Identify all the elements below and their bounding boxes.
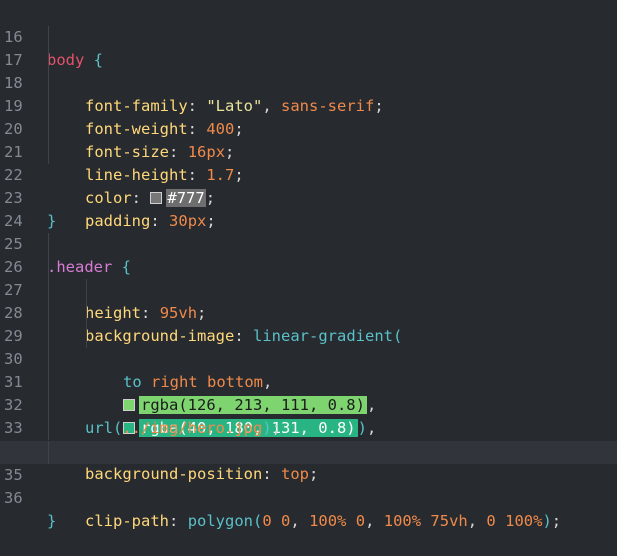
code-line-36[interactable]: 36 } bbox=[0, 464, 617, 530]
indent-guide bbox=[48, 256, 49, 279]
indent-guide bbox=[86, 279, 87, 302]
code-line-27[interactable]: 27 background-image: linear-gradient( bbox=[0, 256, 617, 345]
function-name: polygon bbox=[187, 512, 254, 530]
comma: , bbox=[467, 512, 487, 530]
number-value: 0 bbox=[281, 512, 291, 530]
number-value: 75vh bbox=[430, 512, 468, 530]
code-line-30[interactable]: 30 rgba(40, 180, 131, 0.8)), bbox=[0, 325, 617, 437]
close-paren: ) bbox=[542, 512, 552, 530]
indent-guide bbox=[48, 49, 49, 72]
indent-guide bbox=[48, 441, 49, 464]
code-line-23[interactable]: 23 } bbox=[0, 164, 617, 230]
code-line-20[interactable]: 20 line-height: 1.7; bbox=[0, 95, 617, 184]
code-line-22[interactable]: 22 padding: 30px; bbox=[0, 141, 617, 230]
close-brace: } bbox=[47, 512, 57, 530]
indent-guide bbox=[48, 95, 49, 118]
indent-guide bbox=[48, 302, 49, 325]
code-line-25[interactable]: 25 .header { bbox=[0, 210, 617, 276]
indent-guide bbox=[48, 118, 49, 141]
code-line-26[interactable]: 26 height: 95vh; bbox=[0, 233, 617, 322]
indent-guide bbox=[48, 279, 49, 302]
code-line-16[interactable]: 16 body { bbox=[0, 3, 617, 69]
code-line-17[interactable]: 17 font-family: "Lato", sans-serif; bbox=[0, 26, 617, 115]
indent-guide bbox=[48, 233, 49, 256]
line-number: 36 bbox=[4, 489, 23, 507]
comma: , bbox=[290, 512, 310, 530]
colon: : bbox=[169, 512, 179, 530]
indent-guide bbox=[48, 325, 49, 348]
number-value: 0 bbox=[355, 512, 366, 530]
code-line-33[interactable]: 33 background-position: top; bbox=[0, 394, 617, 483]
semicolon: ; bbox=[551, 512, 562, 530]
number-value: 0 bbox=[486, 512, 496, 530]
code-line-35-current[interactable]: 35 clip-path: polygon(0 0, 100% 0, 100% … bbox=[0, 441, 617, 530]
code-line-24[interactable]: 24 bbox=[0, 187, 617, 230]
indent-guide bbox=[48, 348, 49, 371]
indent-guide bbox=[48, 394, 49, 417]
code-line-19[interactable]: 19 font-size: 16px; bbox=[0, 72, 617, 161]
code-line-28[interactable]: 28 to right bottom, bbox=[0, 279, 617, 391]
indent-guide bbox=[48, 417, 49, 440]
indent-guide bbox=[86, 325, 87, 348]
indent-guide bbox=[48, 72, 49, 95]
comma: , bbox=[365, 512, 384, 530]
number-value: 100% bbox=[505, 512, 543, 530]
indent-guide bbox=[48, 141, 49, 164]
code-line-29[interactable]: 29 rgba(126, 213, 111, 0.8), bbox=[0, 302, 617, 414]
code-line-21[interactable]: 21 color: #777; bbox=[0, 118, 617, 207]
number-value: 0 bbox=[262, 512, 272, 530]
code-editor[interactable]: 16 body { 17 font-family: "Lato", sans-s… bbox=[0, 0, 617, 530]
indent-guide bbox=[48, 26, 49, 49]
number-value: 100% bbox=[383, 512, 422, 530]
code-line-34[interactable]: 34 bbox=[0, 417, 617, 460]
code-line-31[interactable]: 31 url(../img/hero.jpg); bbox=[0, 348, 617, 437]
property-name: clip-path bbox=[85, 512, 169, 530]
indent-guide bbox=[48, 371, 49, 394]
number-value: 100% bbox=[309, 512, 347, 530]
open-paren: ( bbox=[253, 512, 263, 530]
code-line-32[interactable]: 32 background-size: cover; bbox=[0, 371, 617, 460]
code-line-18[interactable]: 18 font-weight: 400; bbox=[0, 49, 617, 138]
indent-guide bbox=[86, 302, 87, 325]
